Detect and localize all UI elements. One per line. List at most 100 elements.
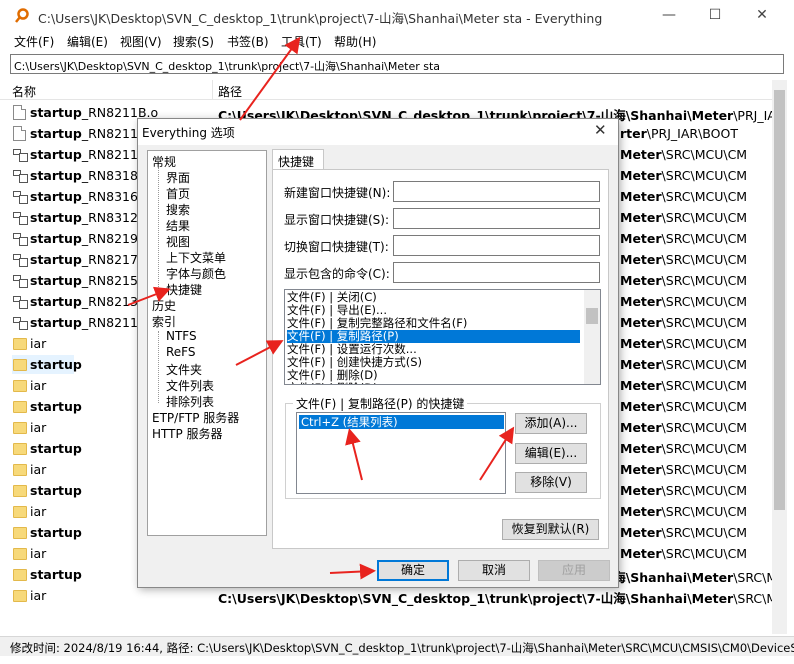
command-list-scrollbar-thumb[interactable] (586, 308, 598, 324)
folder-icon (13, 506, 27, 518)
command-item[interactable]: 文件(F) | 创建快捷方式(S) (287, 356, 422, 369)
new-window-hotkey-input[interactable] (393, 181, 600, 202)
search-input[interactable]: C:\Users\JK\Desktop\SVN_C_desktop_1\trun… (10, 54, 784, 74)
toggle-window-hotkey-label: 切换窗口快捷键(T): (284, 240, 389, 254)
edit-shortcut-button[interactable]: 编辑(E)... (515, 443, 587, 464)
folder-icon (13, 485, 27, 497)
source-file-icon (13, 189, 28, 204)
command-item[interactable]: 文件(F) | 删除(D) (287, 369, 378, 382)
tree-item[interactable]: 文件列表 (166, 377, 214, 394)
folder-icon (13, 548, 27, 560)
command-item[interactable]: 文件(F) | 设置运行次数... (287, 343, 417, 356)
result-name: iar (30, 336, 47, 351)
window-title: C:\Users\JK\Desktop\SVN_C_desktop_1\trun… (38, 11, 603, 26)
tree-item[interactable]: ETP/FTP 服务器 (152, 409, 239, 426)
show-window-hotkey-input[interactable] (393, 208, 600, 229)
result-path: Meter\SRC\MCU\CM (620, 273, 748, 288)
source-file-icon (13, 231, 28, 246)
result-name: startup_RN8215.s (30, 273, 149, 288)
result-path: rter\PRJ_IAR\BOOT (620, 126, 738, 141)
tree-item[interactable]: 搜索 (166, 201, 190, 218)
command-list[interactable]: 文件(F) | 删除(D)文件(F) | 删除(D)文件(F) | 创建快捷方式… (284, 289, 601, 385)
column-header: 名称 路径 (0, 80, 772, 100)
column-divider[interactable] (212, 80, 213, 100)
source-file-icon (13, 147, 28, 162)
command-item[interactable]: 文件(F) | 导出(E)... (287, 304, 387, 317)
tree-item[interactable]: 结果 (166, 217, 190, 234)
folder-icon (13, 590, 27, 602)
tree-guide-line (158, 167, 159, 305)
tree-item[interactable]: 首页 (166, 185, 190, 202)
menu-edit[interactable]: 编辑(E) (67, 33, 108, 50)
remove-shortcut-button[interactable]: 移除(V) (515, 472, 587, 493)
source-file-icon (13, 210, 28, 225)
shortcut-key-item[interactable]: Ctrl+Z (结果列表) (299, 415, 504, 429)
menu-search[interactable]: 搜索(S) (173, 33, 214, 50)
command-item[interactable]: 文件(F) | 删除(D) (287, 382, 378, 385)
command-item[interactable]: 文件(F) | 关闭(C) (287, 291, 377, 304)
command-item[interactable]: 文件(F) | 复制路径(P) (287, 330, 580, 343)
result-path: C:\Users\JK\Desktop\SVN_C_desktop_1\trun… (218, 591, 772, 606)
tab-shortcuts[interactable]: 快捷键 (272, 149, 324, 170)
options-dialog: Everything 选项 ✕ 常规 界面 首页 搜索 结果 视图 上下文菜单 字体与颜色 快捷… (137, 118, 619, 588)
tree-item[interactable]: 排除列表 (166, 393, 214, 410)
tree-item[interactable]: ReFS (166, 345, 196, 359)
tree-item[interactable]: 快捷键 (166, 281, 202, 298)
menu-bar: 文件(F) 编辑(E) 视图(V) 搜索(S) 书签(B) 工具(T) 帮助(H… (0, 32, 794, 52)
close-button[interactable]: ✕ (752, 6, 772, 24)
menu-bookmarks[interactable]: 书签(B) (227, 33, 269, 50)
tree-item[interactable]: 索引 (152, 313, 176, 330)
result-row[interactable]: iar C:\Users\JK\Desktop\SVN_C_desktop_1\t… (0, 585, 772, 606)
results-scrollbar-thumb[interactable] (774, 90, 785, 510)
tree-item[interactable]: 历史 (152, 297, 176, 314)
tree-item[interactable]: NTFS (166, 329, 197, 343)
show-commands-label: 显示包含的命令(C): (284, 267, 390, 281)
apply-button[interactable]: 应用 (538, 560, 610, 581)
maximize-button[interactable]: ☐ (705, 6, 725, 24)
shortcut-key-list[interactable]: Ctrl+Z (结果列表) (296, 412, 506, 494)
restore-defaults-button[interactable]: 恢复到默认(R) (502, 519, 599, 540)
folder-icon (13, 401, 27, 413)
result-path: Meter\SRC\MCU\CM (620, 147, 748, 162)
dialog-close-icon[interactable]: ✕ (594, 121, 607, 139)
result-name: startup_RN8316.s (30, 189, 149, 204)
result-path: Meter\SRC\MCU\CM (620, 357, 748, 372)
tree-item[interactable]: 文件夹 (166, 361, 202, 378)
tree-item[interactable]: 界面 (166, 169, 190, 186)
tree-item[interactable]: 常规 (152, 153, 176, 170)
result-name: startup (30, 399, 82, 414)
source-file-icon (13, 294, 28, 309)
cancel-button[interactable]: 取消 (458, 560, 530, 581)
tree-guide-line (158, 331, 159, 403)
tree-item[interactable]: 字体与颜色 (166, 265, 226, 282)
column-path-header[interactable]: 路径 (218, 83, 242, 100)
result-path: Meter\SRC\MCU\CM (620, 546, 748, 561)
result-path: Meter\SRC\MCU\CM (620, 420, 748, 435)
menu-file[interactable]: 文件(F) (14, 33, 54, 50)
result-path: Meter\SRC\MCU\CM (620, 168, 748, 183)
menu-help[interactable]: 帮助(H) (334, 33, 376, 50)
folder-icon (13, 443, 27, 455)
tree-item[interactable]: 上下文菜单 (166, 249, 226, 266)
tree-item[interactable]: 视图 (166, 233, 190, 250)
command-item[interactable]: 文件(F) | 复制完整路径和文件名(F) (287, 317, 467, 330)
source-file-icon (13, 315, 28, 330)
menu-tools[interactable]: 工具(T) (281, 33, 322, 50)
command-list-scrollbar[interactable] (584, 290, 600, 384)
add-shortcut-button[interactable]: 添加(A)... (515, 413, 587, 434)
tree-item[interactable]: HTTP 服务器 (152, 425, 223, 442)
folder-icon (13, 359, 27, 371)
minimize-button[interactable]: — (659, 6, 679, 24)
ok-button[interactable]: 确定 (377, 560, 449, 581)
result-name: iar (30, 546, 47, 561)
result-path: Meter\SRC\MCU\CM (620, 441, 748, 456)
status-bar: 修改时间: 2024/8/19 16:44, 路径: C:\Users\JK\D… (0, 636, 794, 656)
result-path: Meter\SRC\MCU\CM (620, 462, 748, 477)
menu-view[interactable]: 视图(V) (120, 33, 162, 50)
result-name: startup (30, 525, 82, 540)
source-file-icon (13, 168, 28, 183)
toggle-window-hotkey-input[interactable] (393, 235, 600, 256)
column-name-header[interactable]: 名称 (12, 83, 36, 100)
show-commands-input[interactable] (393, 262, 600, 283)
result-name: startup (30, 567, 82, 582)
